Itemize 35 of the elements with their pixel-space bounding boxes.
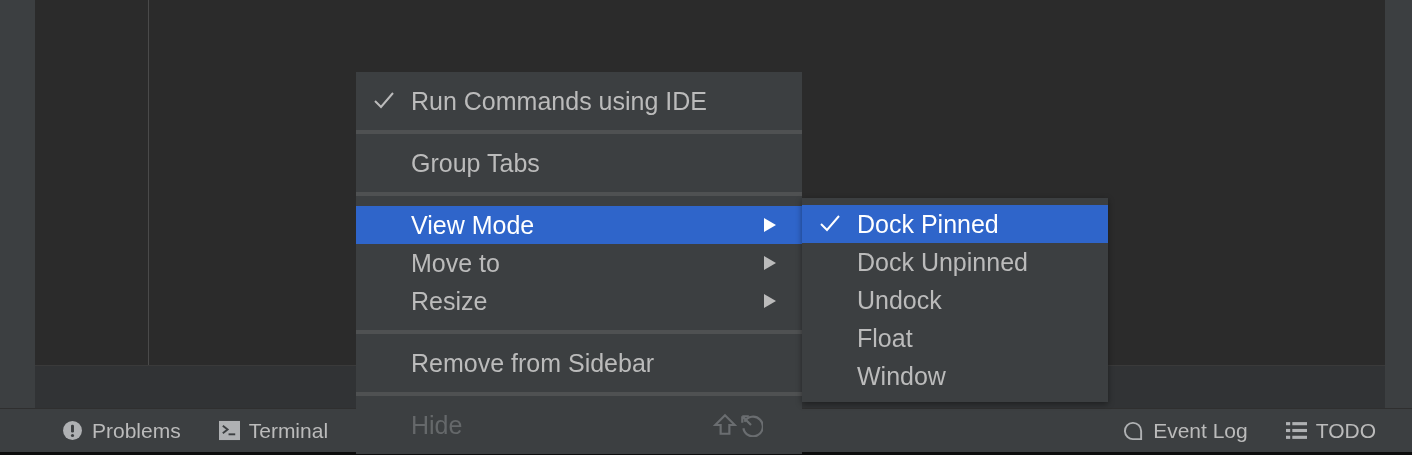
menu-item-label: Run Commands using IDE	[411, 86, 707, 116]
submenu-arrow-icon	[764, 256, 776, 270]
warning-icon	[62, 420, 83, 441]
menu-item-label: Move to	[411, 248, 500, 278]
status-bar-tab[interactable]: TODO	[1281, 418, 1380, 443]
menu-item[interactable]: Group Tabs	[356, 144, 802, 182]
speech-bubble-icon	[1123, 420, 1145, 441]
list-icon	[1285, 420, 1307, 441]
menu-item[interactable]: Undock	[802, 281, 1108, 319]
status-bar-tab[interactable]: Event Log	[1119, 418, 1252, 443]
menu-item-label: Dock Pinned	[857, 209, 999, 239]
restore-icon	[739, 413, 763, 437]
menu-item-label: Window	[857, 361, 946, 391]
menu-item[interactable]: Window	[802, 357, 1108, 395]
menu-item-label: Remove from Sidebar	[411, 348, 655, 378]
menu-item[interactable]: View Mode	[356, 206, 802, 244]
status-bar-tab[interactable]: Problems	[58, 418, 185, 443]
menu-item-label: Dock Unpinned	[857, 247, 1028, 277]
menu-item[interactable]: Run Commands using IDE	[356, 82, 802, 120]
menu-item[interactable]: Float	[802, 319, 1108, 357]
menu-item-label: Undock	[857, 285, 942, 315]
shift-key-icon	[713, 413, 737, 437]
menu-item[interactable]: Move to	[356, 244, 802, 282]
menu-item-label: View Mode	[411, 210, 535, 240]
menu-item[interactable]: Resize	[356, 282, 802, 320]
menu-item-label: Group Tabs	[411, 148, 540, 178]
menu-item-label: Float	[857, 323, 913, 353]
menu-item[interactable]: Dock Pinned	[802, 205, 1108, 243]
status-bar-tab[interactable]: Terminal	[214, 418, 333, 443]
submenu-arrow-icon	[764, 294, 776, 308]
menu-item[interactable]: Remove from Sidebar	[356, 344, 802, 382]
submenu-arrow-icon	[764, 218, 776, 232]
menu-item-label: Resize	[411, 286, 488, 316]
terminal-icon	[218, 420, 240, 441]
menu-item[interactable]: Dock Unpinned	[802, 243, 1108, 281]
